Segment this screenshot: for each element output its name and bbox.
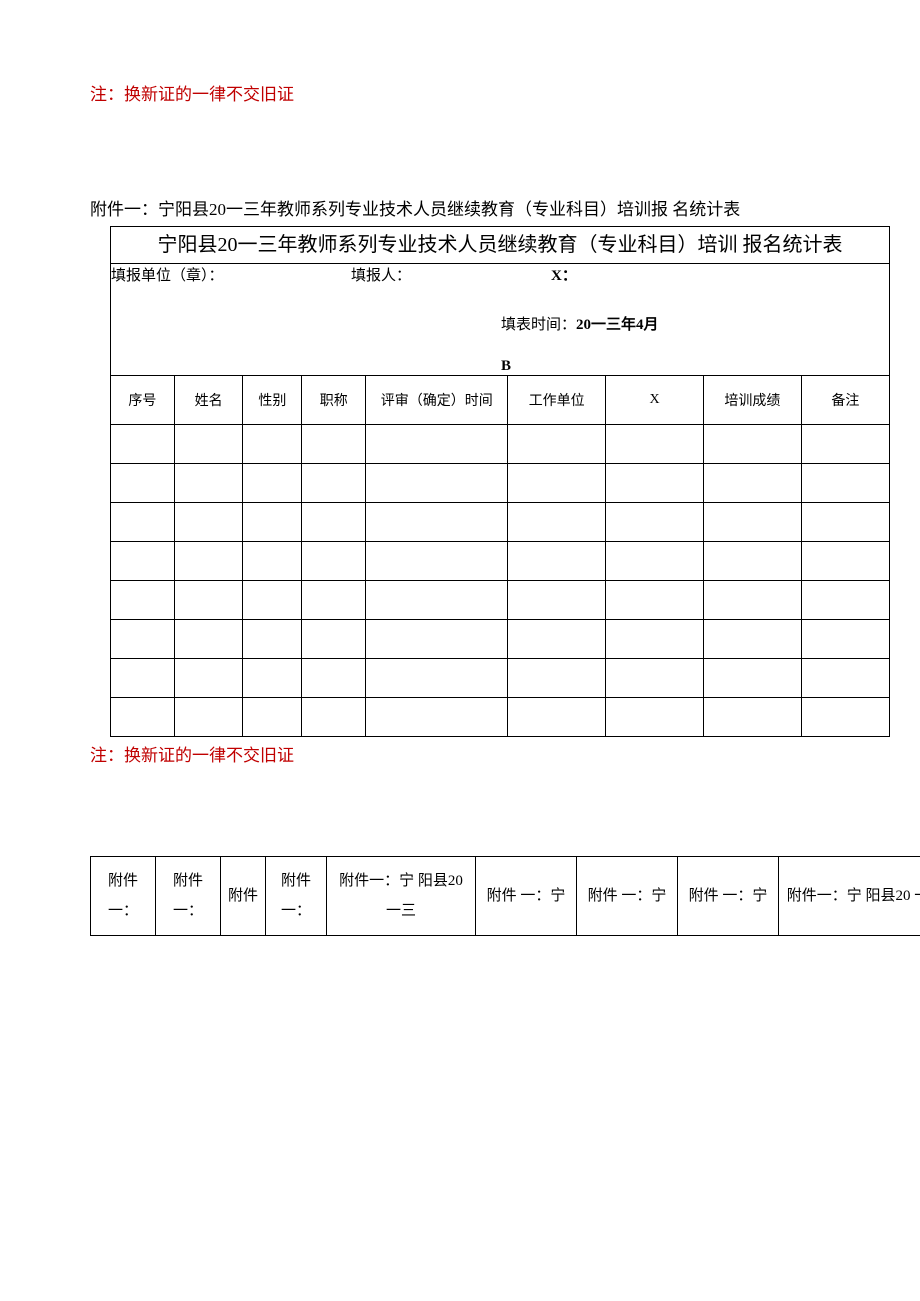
main-form-table: 宁阳县20一三年教师系列专业技术人员继续教育（专业科目）培训 报名统计表 填报单…: [110, 226, 890, 737]
table-row: [111, 581, 890, 620]
col-name: 姓名: [174, 376, 243, 425]
table-row: [111, 698, 890, 737]
bottom-cell-7: 附件 一：宁: [577, 857, 678, 936]
col-x: X: [606, 376, 704, 425]
attachment-title: 附件一：宁阳县20一三年教师系列专业技术人员继续教育（专业科目）培训报 名统计表: [90, 195, 830, 220]
bottom-cell-2: 附件一：: [156, 857, 221, 936]
filler-label: 填报人：: [351, 264, 551, 285]
x-label: X：: [551, 264, 577, 285]
bottom-cell-5: 附件一：宁 阳县20 一三: [327, 857, 476, 936]
bottom-cell-9: 附件一：宁 阳县20 一: [779, 857, 920, 936]
table-row: [111, 425, 890, 464]
note-top: 注：换新证的一律不交旧证: [90, 80, 830, 105]
col-score: 培训成绩: [703, 376, 801, 425]
info-line-1: 填报单位（章）： 填报人： X：: [111, 264, 889, 285]
header-row: 序号 姓名 性别 职称 评审（确定）时间 工作单位 X 培训成绩 备注: [111, 376, 890, 425]
bottom-cell-4: 附件一：: [266, 857, 327, 936]
table-row: [111, 542, 890, 581]
table-row: [111, 620, 890, 659]
bottom-clipped-table: 附件一： 附件一： 附件 附件一： 附件一：宁 阳县20 一三 附件 一：宁 附…: [90, 856, 920, 936]
filling-time-label: 填表时间：: [501, 317, 576, 333]
bottom-cell-3: 附件: [221, 857, 266, 936]
col-remark: 备注: [801, 376, 889, 425]
col-seq: 序号: [111, 376, 175, 425]
bottom-cell-1: 附件一：: [91, 857, 156, 936]
col-title: 职称: [302, 376, 366, 425]
bottom-cell-8: 附件 一：宁: [678, 857, 779, 936]
table-title-cell: 宁阳县20一三年教师系列专业技术人员继续教育（专业科目）培训 报名统计表: [111, 227, 890, 264]
table-row: [111, 659, 890, 698]
info-line-3: B: [111, 358, 889, 375]
bottom-cell-6: 附件 一：宁: [476, 857, 577, 936]
col-review-time: 评审（确定）时间: [366, 376, 508, 425]
table-row: [111, 464, 890, 503]
table-row: [111, 503, 890, 542]
col-unit: 工作单位: [508, 376, 606, 425]
col-gender: 性别: [243, 376, 302, 425]
bottom-row: 附件一： 附件一： 附件 附件一： 附件一：宁 阳县20 一三 附件 一：宁 附…: [91, 857, 920, 936]
unit-label: 填报单位（章）：: [111, 264, 351, 285]
filling-time-value: 20一三年4月: [576, 317, 659, 333]
note-bottom: 注：换新证的一律不交旧证: [90, 741, 830, 766]
info-line-2: 填表时间：20一三年4月: [111, 313, 889, 334]
info-cell: 填报单位（章）： 填报人： X： 填表时间：20一三年4月 B: [111, 264, 890, 376]
